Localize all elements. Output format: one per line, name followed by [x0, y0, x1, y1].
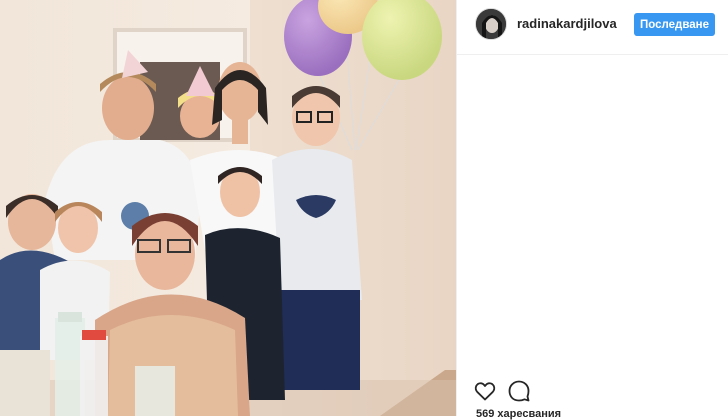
family-party-photo [0, 0, 456, 416]
post-sidebar: radinakardjilova Последване 569 харесван… [456, 0, 728, 420]
follow-button[interactable]: Последване [634, 13, 715, 36]
avatar[interactable] [475, 8, 507, 40]
username-link[interactable]: radinakardjilova [517, 16, 617, 31]
comment-bubble-icon[interactable] [507, 379, 531, 403]
heart-outline-icon[interactable] [473, 379, 497, 403]
post-header: radinakardjilova Последване [457, 0, 728, 55]
avatar-image [476, 9, 506, 39]
likes-count[interactable]: 569 харесвания [476, 408, 561, 420]
post-photo [0, 0, 456, 416]
